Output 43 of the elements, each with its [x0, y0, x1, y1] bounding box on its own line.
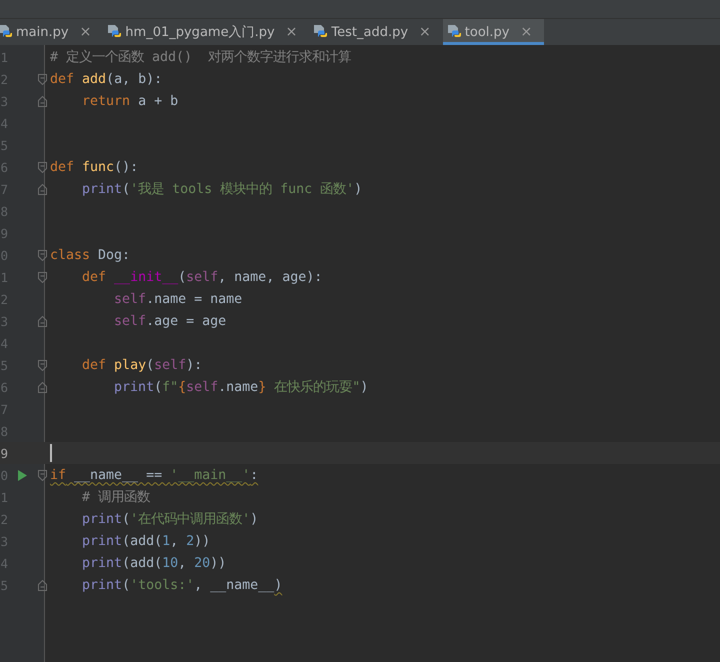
fold-icon[interactable]	[38, 316, 47, 326]
fold-icon[interactable]	[38, 360, 47, 370]
code-line: def add(a, b):	[50, 72, 162, 86]
text-cursor	[50, 444, 52, 462]
close-tab-button[interactable]: ×	[286, 24, 298, 40]
fold-icon[interactable]	[38, 470, 47, 480]
run-icon[interactable]	[18, 470, 27, 480]
python-file-icon	[313, 24, 328, 40]
code-line: # 调用函数	[81, 489, 150, 506]
editor-tab[interactable]: hm_01_pygame入门.py ×	[103, 19, 310, 45]
code-line: return a + b	[81, 94, 178, 108]
code-line: # 定义一个函数 add() 对两个数字进行求和计算	[50, 48, 352, 66]
code-line: self.age = age	[113, 314, 226, 328]
fold-icon[interactable]	[38, 96, 47, 106]
python-file-icon	[446, 24, 462, 40]
code-line: if __name__ == '__main__':	[50, 468, 258, 482]
code-line: print(f"{self.name} 在快乐的玩耍")	[113, 378, 368, 396]
editor-tab[interactable]: tool.py ×	[442, 19, 544, 45]
fold-icon[interactable]	[38, 184, 47, 194]
python-file-icon	[107, 24, 122, 40]
fold-icon[interactable]	[38, 272, 47, 282]
code-line: print('tools:', __name__)	[81, 578, 282, 592]
code-line: def func():	[50, 160, 138, 174]
code-line: print('我是 tools 模块中的 func 函数')	[81, 180, 362, 198]
editor-tab[interactable]: Test_add.py ×	[309, 19, 443, 45]
close-tab-button[interactable]: ×	[419, 24, 431, 40]
code-line: self.name = name	[113, 292, 242, 306]
close-tab-button[interactable]: ×	[80, 24, 92, 40]
python-file-icon	[0, 24, 13, 40]
code-line: def play(self):	[81, 358, 202, 372]
code-line: def __init__(self, name, age):	[81, 270, 322, 284]
code-line: class Dog:	[50, 248, 130, 262]
fold-icon[interactable]	[38, 162, 47, 172]
fold-icon[interactable]	[38, 250, 47, 260]
close-tab-button[interactable]: ×	[520, 24, 532, 40]
fold-icon[interactable]	[38, 580, 47, 590]
code-line: print('在代码中调用函数')	[81, 510, 258, 528]
fold-icon[interactable]	[38, 382, 47, 392]
code-line: print(add(1, 2))	[81, 534, 210, 548]
editor-tab[interactable]: main.py ×	[0, 19, 104, 45]
fold-icon[interactable]	[38, 74, 47, 84]
line-number: 9	[0, 446, 8, 460]
code-line: print(add(10, 20))	[81, 556, 226, 570]
